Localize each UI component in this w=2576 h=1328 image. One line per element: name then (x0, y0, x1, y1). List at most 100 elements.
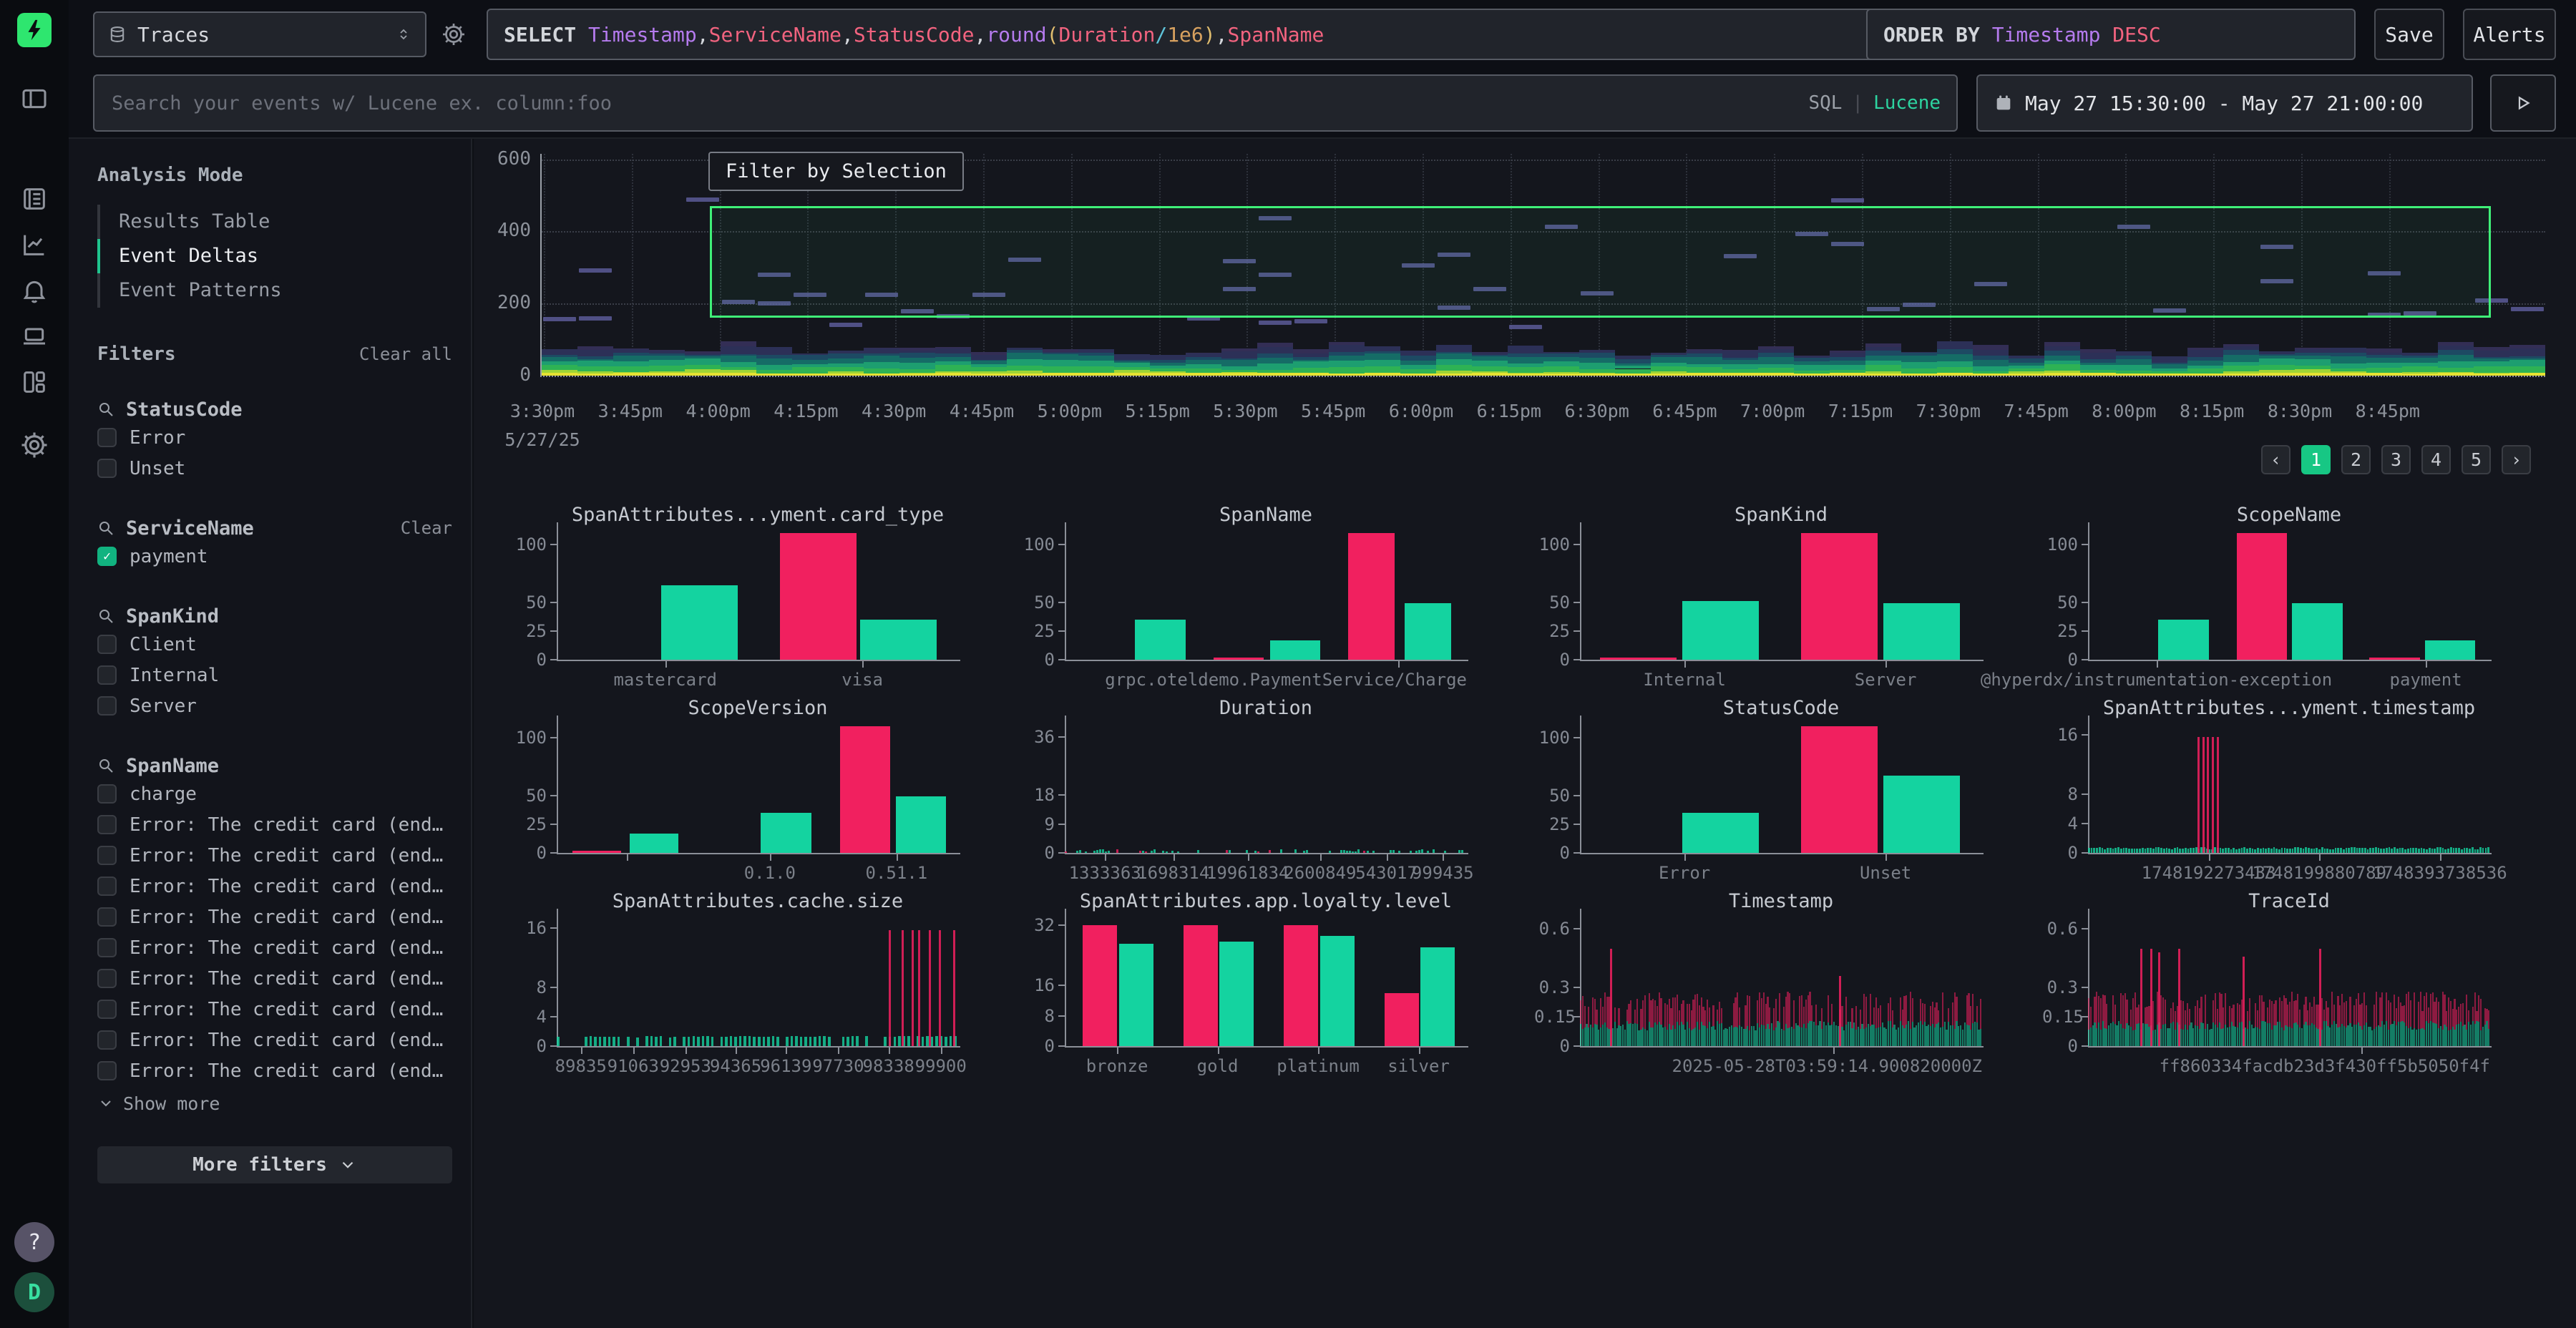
filter-option-error-the-credit-card-end[interactable]: Error: The credit card (end… (97, 1055, 452, 1086)
search-input[interactable] (110, 92, 1801, 115)
filter-option-payment[interactable]: ✓payment (97, 541, 452, 572)
sessions-laptop-icon[interactable] (0, 313, 69, 359)
filter-option-server[interactable]: Server (97, 690, 452, 721)
pagination-next-button[interactable]: › (2502, 445, 2531, 474)
pagination-page-5[interactable]: 5 (2462, 445, 2491, 474)
checkbox[interactable] (97, 665, 117, 685)
filter-option-error-the-credit-card-end[interactable]: Error: The credit card (end… (97, 902, 452, 932)
heatmap-cell (1543, 352, 1579, 353)
analysis-mode-item-event-patterns[interactable]: Event Patterns (97, 273, 452, 308)
more-filters-button[interactable]: More filters (97, 1146, 452, 1183)
mini-chart-timestamp[interactable]: Timestamp0.60.30.1502025-05-28T03:59:14.… (1534, 890, 1982, 1082)
filters-sidebar: Analysis Mode Results TableEvent DeltasE… (69, 139, 472, 1328)
x-tick-label: 91063 (608, 1056, 659, 1076)
filter-option-error-the-credit-card-end[interactable]: Error: The credit card (end… (97, 932, 452, 963)
chart-x-axis (1580, 1046, 1984, 1048)
filter-option-unset[interactable]: Unset (97, 453, 452, 484)
language-toggle[interactable]: SQL | Lucene (1808, 92, 1941, 114)
alerts-button[interactable]: Alerts (2463, 9, 2556, 60)
source-settings-gear-icon[interactable] (435, 16, 472, 53)
pagination-page-4[interactable]: 4 (2421, 445, 2451, 474)
checkbox[interactable] (97, 1000, 117, 1019)
checkbox[interactable] (97, 784, 117, 804)
heatmap-cell (542, 355, 577, 357)
checkbox[interactable] (97, 969, 117, 988)
mini-chart-spankind[interactable]: SpanKind10050250InternalServer (1534, 504, 1982, 695)
date-range-picker[interactable]: May 27 15:30:00 - May 27 21:00:00 (1976, 74, 2473, 132)
show-more-button[interactable]: Show more (97, 1089, 452, 1118)
filter-option-error-the-credit-card-end[interactable]: Error: The credit card (end… (97, 809, 452, 840)
strip-bar (608, 1037, 611, 1046)
filter-option-error-the-credit-card-end[interactable]: Error: The credit card (end… (97, 963, 452, 994)
user-avatar[interactable]: D (14, 1272, 54, 1312)
chart-x-axis (557, 1046, 960, 1048)
clear-all-button[interactable]: Clear all (359, 344, 452, 364)
mini-chart-traceid[interactable]: TraceId0.60.30.150ff860334facdb23d3f430f… (2042, 890, 2490, 1082)
mini-chart-spanname[interactable]: SpanName10050250grpc.oteldemo.PaymentSer… (1019, 504, 1467, 695)
checkbox[interactable] (97, 907, 117, 927)
alerts-bell-icon[interactable] (0, 268, 69, 313)
checkbox[interactable] (97, 938, 117, 957)
chart-y-axis (1580, 522, 1581, 661)
source-select[interactable]: Traces (93, 11, 426, 57)
mini-chart-duration[interactable]: Duration36189013333631698314199618342600… (1019, 697, 1467, 889)
sidebar-toggle-icon[interactable] (0, 76, 69, 122)
checkbox[interactable] (97, 815, 117, 834)
checkbox[interactable] (97, 1061, 117, 1080)
mini-chart-scopename[interactable]: ScopeName10050250@hyperdx/instrumentatio… (2042, 504, 2490, 695)
strip-bar (2376, 992, 2377, 1027)
pagination-prev-button[interactable]: ‹ (2261, 445, 2290, 474)
filter-option-error[interactable]: Error (97, 422, 452, 453)
checkbox[interactable] (97, 846, 117, 865)
strip-bar (2343, 849, 2345, 853)
filter-option-client[interactable]: Client (97, 629, 452, 660)
settings-gear-icon[interactable] (0, 422, 69, 468)
pagination-page-1[interactable]: 1 (2301, 445, 2331, 474)
heatmap-cell (1615, 366, 1651, 368)
mini-chart-scopeversion[interactable]: ScopeVersion100502500.1.00.51.1 (511, 697, 959, 889)
sql-toggle[interactable]: SQL (1808, 92, 1842, 114)
app-logo[interactable] (17, 13, 52, 47)
mini-chart-spanattributes-cache-size[interactable]: SpanAttributes.cache.size168408983591063… (511, 890, 959, 1082)
filter-option-charge[interactable]: charge (97, 778, 452, 809)
mini-chart-spanattributes-yment-card-type[interactable]: SpanAttributes...yment.card_type10050250… (511, 504, 959, 695)
filter-option-error-the-credit-card-end[interactable]: Error: The credit card (end… (97, 871, 452, 902)
filter-option-error-the-credit-card-end[interactable]: Error: The credit card (end… (97, 994, 452, 1025)
heatmap-cell (1901, 352, 1937, 353)
heatmap-cell (1830, 365, 1865, 370)
filter-option-internal[interactable]: Internal (97, 660, 452, 690)
checkbox[interactable] (97, 1030, 117, 1050)
strip-bar (1712, 1005, 1714, 1027)
order-by-editor[interactable]: ORDER BY Timestamp DESC (1866, 9, 2356, 60)
heatmap-x-label: 4:30pm (862, 401, 926, 421)
checkbox[interactable] (97, 459, 117, 478)
selection-rectangle[interactable] (710, 206, 2491, 318)
heatmap-cell (542, 370, 577, 373)
select-query-editor[interactable]: SELECT Timestamp,ServiceName,StatusCode,… (487, 9, 1959, 60)
analysis-mode-item-event-deltas[interactable]: Event Deltas (97, 239, 452, 273)
mini-chart-statuscode[interactable]: StatusCode10050250ErrorUnset (1534, 697, 1982, 889)
checkbox[interactable]: ✓ (97, 547, 117, 566)
checkbox[interactable] (97, 428, 117, 447)
filter-option-error-the-credit-card-end[interactable]: Error: The credit card (end… (97, 840, 452, 871)
help-button[interactable]: ? (14, 1222, 54, 1262)
search-nav-icon[interactable] (0, 176, 69, 222)
dashboards-icon[interactable] (0, 359, 69, 405)
filter-by-selection-tooltip[interactable]: Filter by Selection (708, 152, 964, 191)
lucene-toggle[interactable]: Lucene (1873, 92, 1941, 114)
checkbox[interactable] (97, 696, 117, 716)
strip-bar (1306, 850, 1308, 853)
pagination-page-2[interactable]: 2 (2341, 445, 2371, 474)
run-query-button[interactable] (2490, 74, 2556, 132)
analysis-mode-item-results-table[interactable]: Results Table (97, 205, 452, 239)
save-button[interactable]: Save (2374, 9, 2444, 60)
mini-chart-spanattributes-yment-timestamp[interactable]: SpanAttributes...yment.timestamp16840174… (2042, 697, 2490, 889)
filter-clear-button[interactable]: Clear (401, 518, 452, 538)
checkbox[interactable] (97, 877, 117, 896)
chart-explorer-icon[interactable] (0, 222, 69, 268)
mini-chart-spanattributes-app-loyalty-level[interactable]: SpanAttributes.app.loyalty.level321680br… (1019, 890, 1467, 1082)
checkbox[interactable] (97, 635, 117, 654)
pagination-page-3[interactable]: 3 (2381, 445, 2411, 474)
filter-option-error-the-credit-card-end[interactable]: Error: The credit card (end… (97, 1025, 452, 1055)
strip-bar (2145, 849, 2147, 853)
